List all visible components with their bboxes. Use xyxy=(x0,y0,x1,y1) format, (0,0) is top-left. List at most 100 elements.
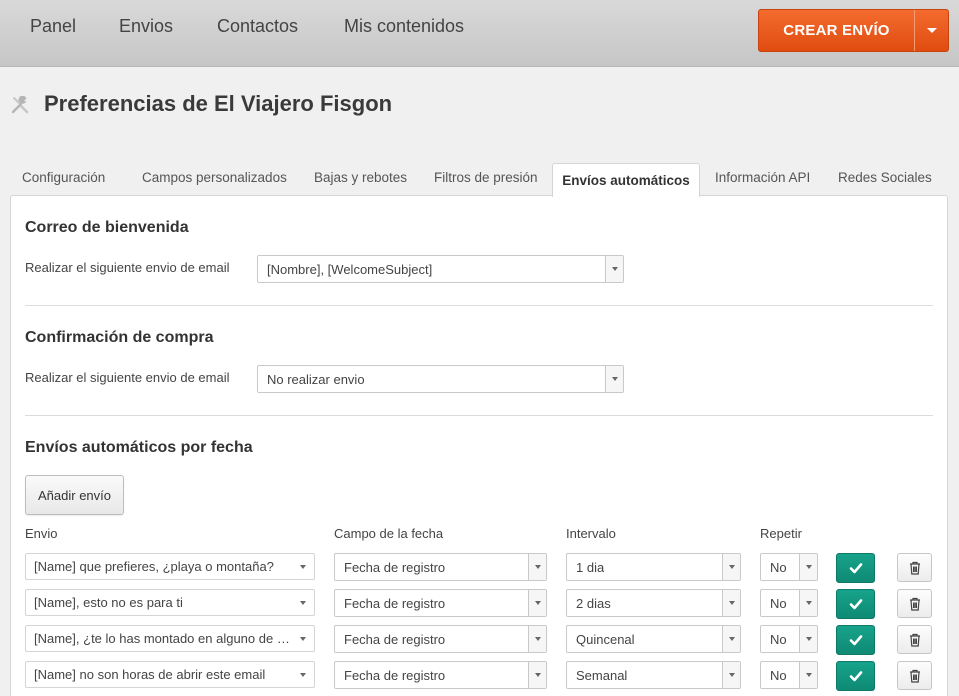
add-send-button[interactable]: Añadir envío xyxy=(25,475,124,515)
row-delete-button[interactable] xyxy=(897,589,932,618)
row-interval-select[interactable]: Semanal xyxy=(566,661,741,689)
trash-icon xyxy=(909,561,920,575)
row-repeat-value: No xyxy=(770,631,787,647)
caret-down-icon xyxy=(300,637,306,641)
welcome-field-label: Realizar el siguiente envio de email xyxy=(25,260,230,275)
section-divider xyxy=(25,305,933,306)
row-interval-select[interactable]: Quincenal xyxy=(566,625,741,653)
create-send-button-group: CREAR ENVÍO xyxy=(758,9,949,52)
row-repeat-value: No xyxy=(770,667,787,683)
row-date-field-select[interactable]: Fecha de registro xyxy=(334,553,547,581)
row-interval-value: Semanal xyxy=(576,667,628,683)
caret-down-icon xyxy=(300,601,306,605)
check-icon xyxy=(849,599,862,610)
column-header-campo: Campo de la fecha xyxy=(334,526,444,541)
column-header-intervalo: Intervalo xyxy=(566,526,616,541)
row-date-field-value: Fecha de registro xyxy=(344,667,446,683)
chevron-down-icon xyxy=(722,662,740,688)
row-date-field-select[interactable]: Fecha de registro xyxy=(334,661,547,689)
row-date-field-select[interactable]: Fecha de registro xyxy=(334,625,547,653)
chevron-down-icon xyxy=(799,662,817,688)
row-interval-value: Quincenal xyxy=(576,631,635,647)
tab-envios-automaticos[interactable]: Envíos automáticos xyxy=(552,163,700,197)
nav-item-panel[interactable]: Panel xyxy=(30,16,76,37)
row-date-field-select[interactable]: Fecha de registro xyxy=(334,589,547,617)
chevron-down-icon xyxy=(799,626,817,652)
row-repeat-value: No xyxy=(770,595,787,611)
row-date-field-value: Fecha de registro xyxy=(344,595,446,611)
tab-informacion-api[interactable]: Información API xyxy=(715,170,810,185)
chevron-down-icon xyxy=(605,366,623,392)
row-repeat-select[interactable]: No xyxy=(760,553,818,581)
chevron-down-icon xyxy=(799,590,817,616)
row-date-field-value: Fecha de registro xyxy=(344,559,446,575)
chevron-down-icon xyxy=(528,590,546,616)
row-repeat-select[interactable]: No xyxy=(760,661,818,689)
chevron-down-icon xyxy=(528,554,546,580)
date-sends-section-title: Envíos automáticos por fecha xyxy=(25,439,253,456)
welcome-email-value: [Nombre], [WelcomeSubject] xyxy=(267,261,433,277)
row-repeat-value: No xyxy=(770,559,787,575)
chevron-down-icon xyxy=(722,626,740,652)
row-envio-value: [Name], ¿te lo has montado en alguno de … xyxy=(34,631,292,646)
row-delete-button[interactable] xyxy=(897,625,932,654)
tab-configuracion[interactable]: Configuración xyxy=(22,170,105,185)
tab-bajas-y-rebotes[interactable]: Bajas y rebotes xyxy=(314,170,407,185)
caret-down-icon xyxy=(300,565,306,569)
trash-icon xyxy=(909,633,920,647)
check-icon xyxy=(849,671,862,682)
chevron-down-icon xyxy=(799,554,817,580)
column-header-envio: Envio xyxy=(25,526,58,541)
row-repeat-select[interactable]: No xyxy=(760,625,818,653)
check-icon xyxy=(849,563,862,574)
caret-down-icon xyxy=(300,673,306,677)
chevron-down-icon xyxy=(528,626,546,652)
purchase-field-label: Realizar el siguiente envio de email xyxy=(25,370,230,385)
caret-down-icon xyxy=(927,28,937,33)
column-header-repetir: Repetir xyxy=(760,526,802,541)
row-interval-value: 1 dia xyxy=(576,559,605,575)
trash-icon xyxy=(909,669,920,683)
row-envio-value: [Name] que prefieres, ¿playa o montaña? xyxy=(34,559,274,574)
row-date-field-value: Fecha de registro xyxy=(344,631,446,647)
tab-campos-personalizados[interactable]: Campos personalizados xyxy=(142,170,287,185)
chevron-down-icon xyxy=(605,256,623,282)
create-send-dropdown-toggle[interactable] xyxy=(914,10,949,51)
row-envio-select[interactable]: [Name] que prefieres, ¿playa o montaña? xyxy=(25,553,315,580)
row-envio-value: [Name] no son horas de abrir este email xyxy=(34,667,266,682)
check-icon xyxy=(849,635,862,646)
welcome-email-select[interactable]: [Nombre], [WelcomeSubject] xyxy=(257,255,624,283)
row-interval-select[interactable]: 1 dia xyxy=(566,553,741,581)
section-divider xyxy=(25,415,933,416)
row-interval-value: 2 dias xyxy=(576,595,611,611)
nav-item-mis-contenidos[interactable]: Mis contenidos xyxy=(344,16,464,37)
tab-filtros-de-presion[interactable]: Filtros de presión xyxy=(434,170,538,185)
row-confirm-button[interactable] xyxy=(836,553,875,583)
page-title: Preferencias de El Viajero Fisgon xyxy=(44,91,393,116)
chevron-down-icon xyxy=(722,554,740,580)
purchase-email-value: No realizar envio xyxy=(267,371,365,387)
row-envio-select[interactable]: [Name] no son horas de abrir este email xyxy=(25,661,315,688)
row-envio-value: [Name], esto no es para ti xyxy=(34,595,183,610)
row-confirm-button[interactable] xyxy=(836,589,875,619)
create-send-button[interactable]: CREAR ENVÍO xyxy=(759,10,914,51)
top-navbar: Panel Envios Contactos Mis contenidos CR… xyxy=(0,0,959,67)
row-confirm-button[interactable] xyxy=(836,661,875,691)
tools-icon xyxy=(11,96,29,114)
row-confirm-button[interactable] xyxy=(836,625,875,655)
chevron-down-icon xyxy=(722,590,740,616)
chevron-down-icon xyxy=(528,662,546,688)
purchase-email-select[interactable]: No realizar envio xyxy=(257,365,624,393)
row-envio-select[interactable]: [Name], esto no es para ti xyxy=(25,589,315,616)
row-delete-button[interactable] xyxy=(897,553,932,582)
nav-item-contactos[interactable]: Contactos xyxy=(217,16,298,37)
row-repeat-select[interactable]: No xyxy=(760,589,818,617)
tab-redes-sociales[interactable]: Redes Sociales xyxy=(838,170,932,185)
row-interval-select[interactable]: 2 dias xyxy=(566,589,741,617)
welcome-section-title: Correo de bienvenida xyxy=(25,219,189,236)
nav-item-envios[interactable]: Envios xyxy=(119,16,173,37)
trash-icon xyxy=(909,597,920,611)
purchase-section-title: Confirmación de compra xyxy=(25,329,214,346)
row-envio-select[interactable]: [Name], ¿te lo has montado en alguno de … xyxy=(25,625,315,652)
row-delete-button[interactable] xyxy=(897,661,932,690)
